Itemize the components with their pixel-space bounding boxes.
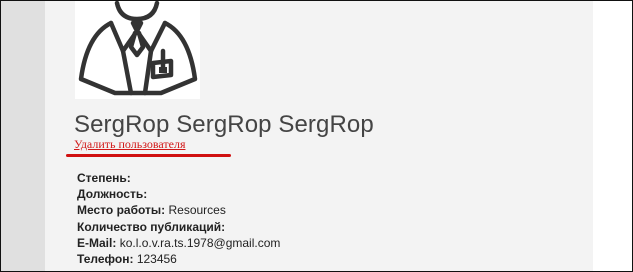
email-value: ko.l.o.v.ra.ts.1978@gmail.com	[119, 235, 281, 250]
phone-value: 123456	[136, 252, 177, 267]
detail-value: Resources	[168, 203, 226, 218]
highlight-underline	[66, 154, 231, 157]
detail-email: E-Mail: ko.l.o.v.ra.ts.1978@gmail.com	[77, 235, 280, 251]
delete-user-link[interactable]: Удалить пользователя	[74, 137, 185, 152]
detail-publications: Количество публикаций:	[77, 219, 280, 235]
detail-workplace: Место работы: Resources	[77, 202, 280, 218]
right-margin	[593, 1, 633, 271]
avatar	[75, 1, 200, 99]
detail-label: E-Mail:	[77, 235, 117, 250]
left-sidebar-stripe	[1, 1, 45, 271]
user-avatar-icon	[78, 1, 198, 96]
detail-label: Должность:	[77, 187, 148, 202]
detail-label: Степень:	[77, 171, 131, 185]
detail-label: Количество публикаций:	[77, 219, 226, 234]
detail-position: Должность:	[77, 186, 280, 202]
profile-name: SergRop SergRop SergRop	[74, 111, 374, 138]
profile-details: Степень: Должность: Место работы: Resour…	[77, 170, 280, 267]
detail-label: Телефон:	[77, 252, 134, 267]
detail-degree: Степень:	[77, 170, 280, 186]
detail-label: Место работы:	[77, 203, 166, 218]
detail-phone: Телефон: 123456	[77, 251, 280, 267]
